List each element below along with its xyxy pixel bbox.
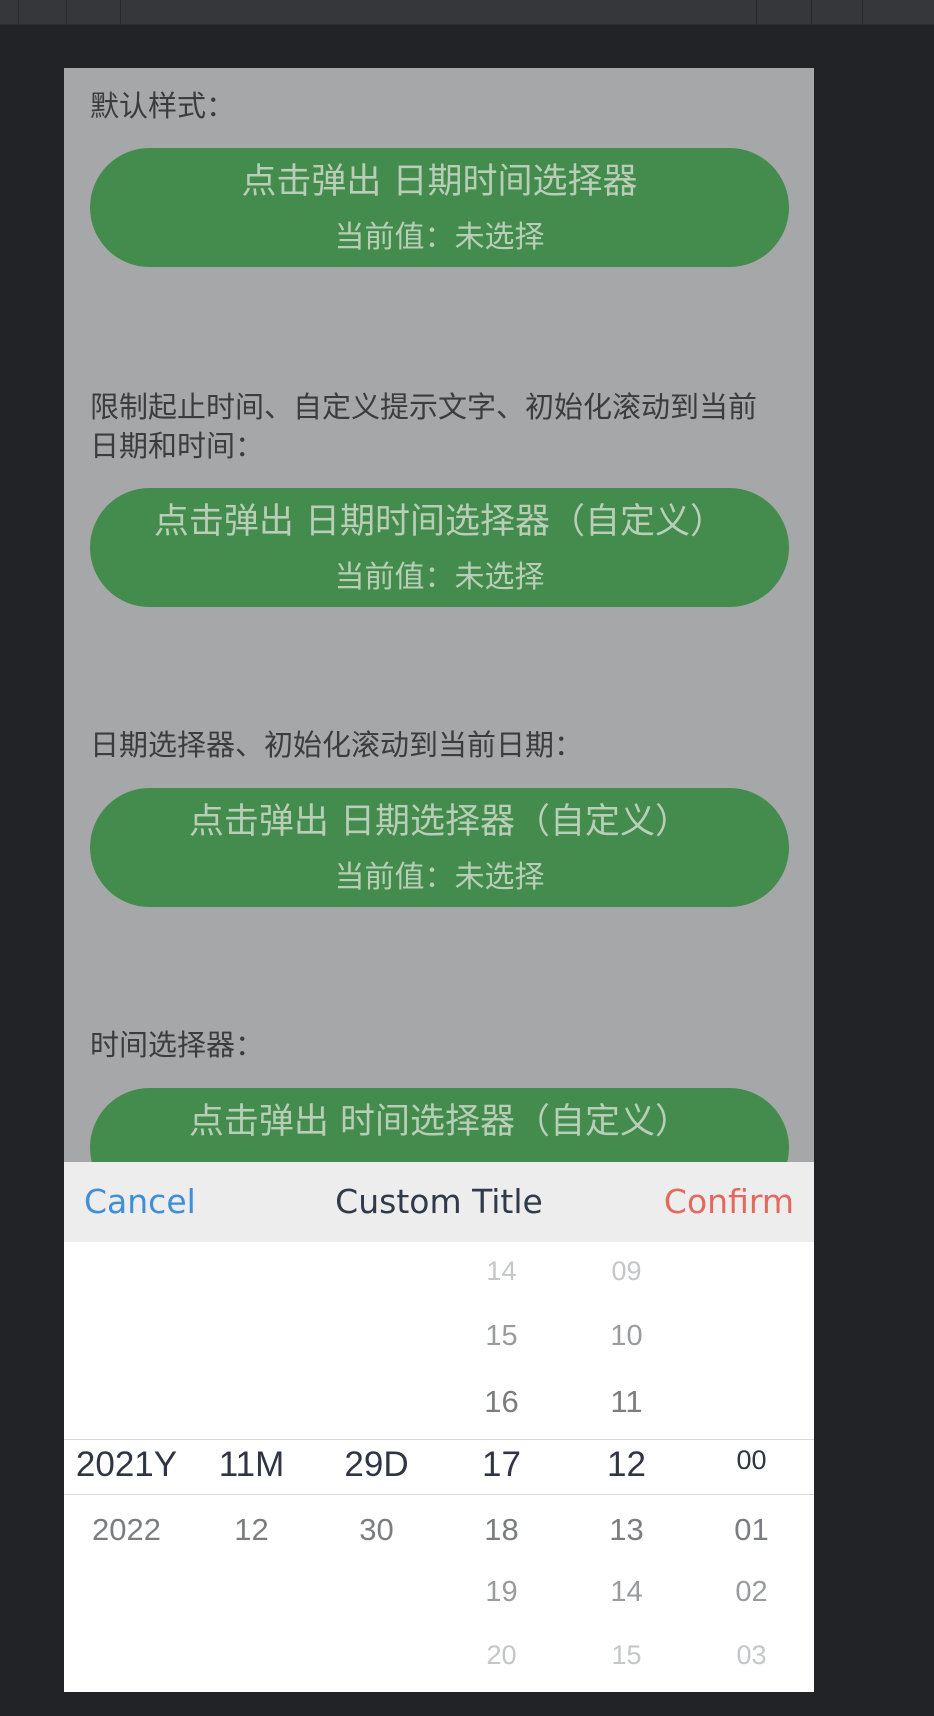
current-value: 当前值：未选择 bbox=[334, 560, 545, 595]
toolbar-divider bbox=[66, 0, 67, 24]
wheel-day-option: 30 bbox=[359, 1512, 394, 1547]
button-title: 点击弹出 日期选择器（自定义） bbox=[188, 802, 691, 842]
wheel-minute-option: 10 bbox=[610, 1320, 643, 1352]
wheel-month-option: 12 bbox=[234, 1512, 269, 1547]
wheel-hour-option: 16 bbox=[484, 1384, 519, 1419]
date-picker-button[interactable]: 点击弹出 日期选择器（自定义） 当前值：未选择 bbox=[90, 788, 789, 907]
button-title: 点击弹出 日期时间选择器（自定义） bbox=[153, 502, 726, 542]
current-value: 当前值：未选择 bbox=[334, 860, 545, 895]
wheel-day-selected: 29D bbox=[344, 1445, 409, 1484]
wheel-hour-option: 20 bbox=[486, 1640, 517, 1670]
wheel-minute-option: 11 bbox=[610, 1384, 643, 1419]
button-title: 点击弹出 日期时间选择器 bbox=[241, 162, 638, 202]
wheel-year[interactable]: 2021Y 2022 bbox=[64, 1242, 189, 1692]
wheel-month-selected: 11M bbox=[218, 1445, 285, 1484]
toolbar-divider bbox=[862, 0, 863, 24]
section-label-custom: 限制起止时间、自定义提示文字、初始化滚动到当前日期和时间： bbox=[90, 390, 758, 463]
wheel-second-option: 02 bbox=[735, 1576, 768, 1608]
wheel-second-option: 03 bbox=[736, 1640, 767, 1670]
toolbar-divider bbox=[756, 0, 757, 24]
wheel-second[interactable]: 00 01 02 03 bbox=[689, 1242, 814, 1692]
current-value: 当前值：未选择 bbox=[334, 220, 545, 255]
wheel-minute-option: 13 bbox=[609, 1512, 644, 1547]
wheel-year-selected: 2021Y bbox=[75, 1445, 178, 1484]
datetime-picker-button[interactable]: 点击弹出 日期时间选择器 当前值：未选择 bbox=[90, 148, 789, 267]
wheel-hour-option: 19 bbox=[485, 1576, 518, 1608]
picker-header: Cancel Custom Title Confirm bbox=[64, 1162, 814, 1242]
toolbar-divider bbox=[18, 0, 19, 24]
wheel-day[interactable]: 29D 30 bbox=[314, 1242, 439, 1692]
wheel-minute-selected: 12 bbox=[607, 1445, 646, 1484]
wheel-minute-option: 09 bbox=[611, 1256, 642, 1286]
wheel-second-selected: 00 bbox=[736, 1445, 767, 1475]
wheel-minute-option: 14 bbox=[610, 1576, 643, 1608]
wheel-hour-option: 14 bbox=[486, 1256, 517, 1286]
devtools-toolbar bbox=[0, 0, 934, 25]
custom-datetime-picker-button[interactable]: 点击弹出 日期时间选择器（自定义） 当前值：未选择 bbox=[90, 488, 789, 607]
section-label-time: 时间选择器： bbox=[90, 1028, 265, 1062]
button-title: 点击弹出 时间选择器（自定义） bbox=[188, 1102, 691, 1142]
wheel-hour-option: 18 bbox=[484, 1512, 519, 1547]
confirm-button[interactable]: Confirm bbox=[664, 1182, 794, 1221]
wheel-month[interactable]: 11M 12 bbox=[189, 1242, 314, 1692]
wheel-hour-option: 15 bbox=[485, 1320, 518, 1352]
wheel-minute-option: 15 bbox=[611, 1640, 642, 1670]
toolbar-divider bbox=[120, 0, 121, 24]
datetime-picker-wheels: 2021Y 2022 11M 12 29D 30 17 14 15 16 18 19 20 12 09 10 1… bbox=[64, 1242, 814, 1692]
wheel-minute[interactable]: 12 09 10 11 13 14 15 bbox=[564, 1242, 689, 1692]
wheel-year-option: 2022 bbox=[92, 1512, 161, 1547]
section-label-default: 默认样式： bbox=[90, 89, 236, 123]
toolbar-divider bbox=[811, 0, 812, 24]
section-label-date: 日期选择器、初始化滚动到当前日期： bbox=[90, 728, 584, 762]
wheel-hour-selected: 17 bbox=[482, 1445, 521, 1484]
wheel-second-option: 01 bbox=[734, 1512, 769, 1547]
wheel-hour[interactable]: 17 14 15 16 18 19 20 bbox=[439, 1242, 564, 1692]
